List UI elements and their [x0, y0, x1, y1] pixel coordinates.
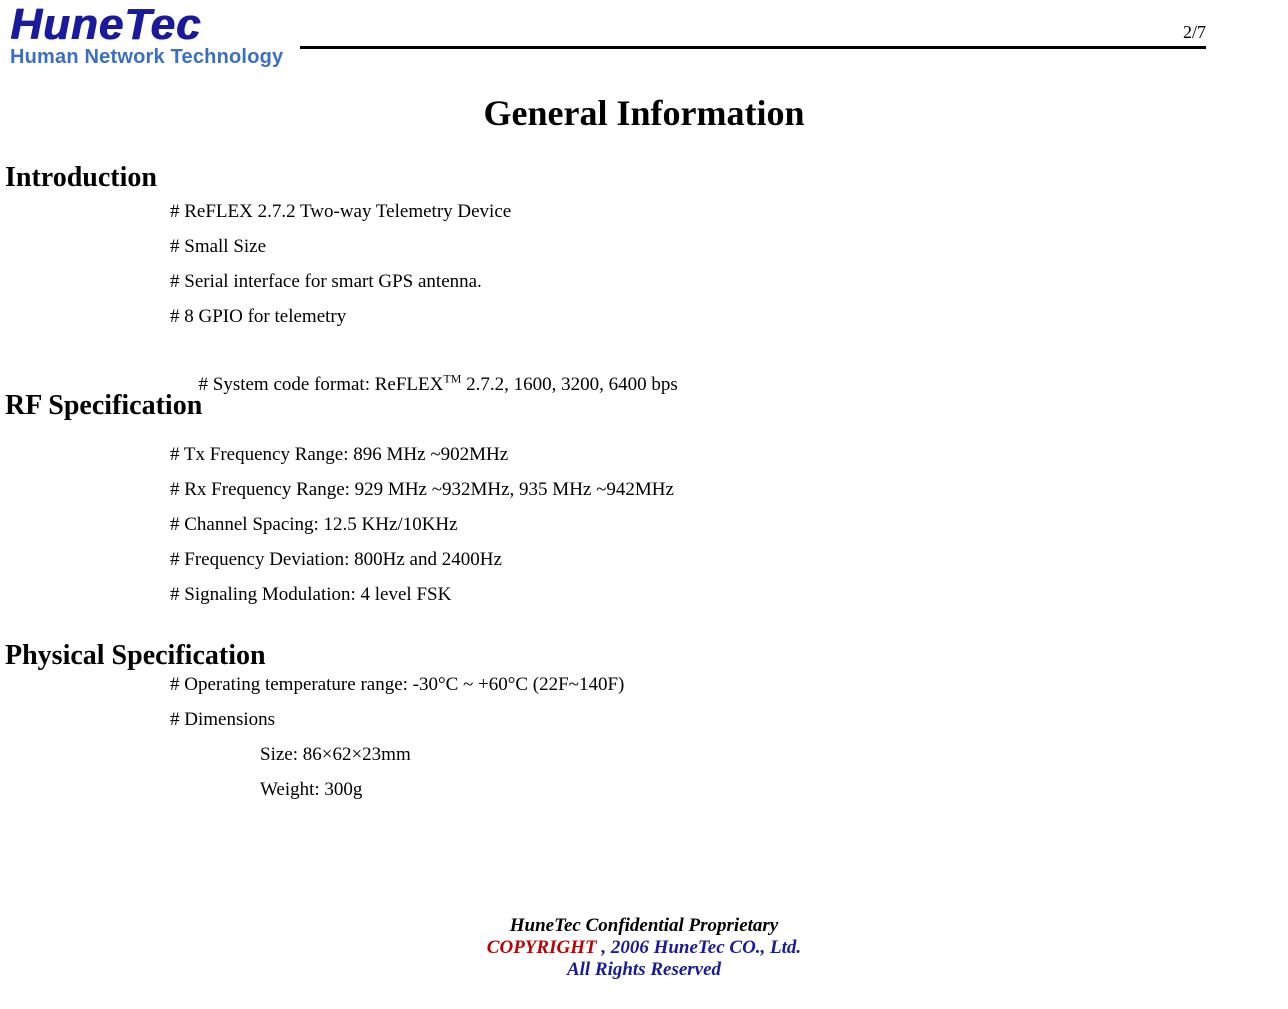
- document-page: HuneTec Human Network Technology 2/7 Gen…: [0, 0, 1288, 1009]
- page-title: General Information: [0, 92, 1288, 134]
- list-item: # Channel Spacing: 12.5 KHz/10KHz: [170, 508, 674, 541]
- list-item: # Operating temperature range: -30°C ~ +…: [170, 668, 624, 701]
- physical-list: # Operating temperature range: -30°C ~ +…: [170, 668, 624, 808]
- company-logo: HuneTec Human Network Technology: [10, 0, 283, 69]
- footer-copyright-rest: , 2006 HuneTec CO., Ltd.: [601, 937, 801, 958]
- list-subitem: Weight: 300g: [170, 773, 624, 806]
- section-heading-rf: RF Specification: [5, 390, 202, 422]
- footer-line-1: HuneTec Confidential Proprietary: [0, 915, 1288, 937]
- footer-line-3: All Rights Reserved: [0, 959, 1288, 981]
- list-item: # Rx Frequency Range: 929 MHz ~932MHz, 9…: [170, 473, 674, 506]
- list-item: # Dimensions: [170, 703, 624, 736]
- header-rule: [300, 46, 1206, 49]
- logo-main-text: HuneTec: [10, 0, 283, 50]
- list-item-text: 2.7.2, 1600, 3200, 6400 bps: [461, 374, 677, 395]
- list-item: # 8 GPIO for telemetry: [170, 300, 678, 333]
- list-item: # Small Size: [170, 230, 678, 263]
- introduction-list: # ReFLEX 2.7.2 Two-way Telemetry Device …: [170, 195, 678, 436]
- list-item: # Frequency Deviation: 800Hz and 2400Hz: [170, 543, 674, 576]
- list-item: # ReFLEX 2.7.2 Two-way Telemetry Device: [170, 195, 678, 228]
- list-item: # Serial interface for smart GPS antenna…: [170, 265, 678, 298]
- rf-list: # Tx Frequency Range: 896 MHz ~902MHz # …: [170, 438, 674, 613]
- logo-sub-text: Human Network Technology: [10, 46, 283, 69]
- page-footer: HuneTec Confidential Proprietary COPYRIG…: [0, 915, 1288, 981]
- list-item-text: # System code format: ReFLEX: [199, 374, 444, 395]
- trademark-superscript: TM: [443, 372, 461, 386]
- section-heading-introduction: Introduction: [5, 162, 157, 194]
- footer-copyright-word: COPYRIGHT: [487, 937, 602, 958]
- footer-line-2: COPYRIGHT , 2006 HuneTec CO., Ltd.: [0, 937, 1288, 959]
- page-number: 2/7: [1183, 22, 1206, 43]
- list-item: # Tx Frequency Range: 896 MHz ~902MHz: [170, 438, 674, 471]
- list-item: # System code format: ReFLEXTM 2.7.2, 16…: [170, 335, 678, 434]
- list-item: # Signaling Modulation: 4 level FSK: [170, 578, 674, 611]
- list-subitem: Size: 86×62×23mm: [170, 738, 624, 771]
